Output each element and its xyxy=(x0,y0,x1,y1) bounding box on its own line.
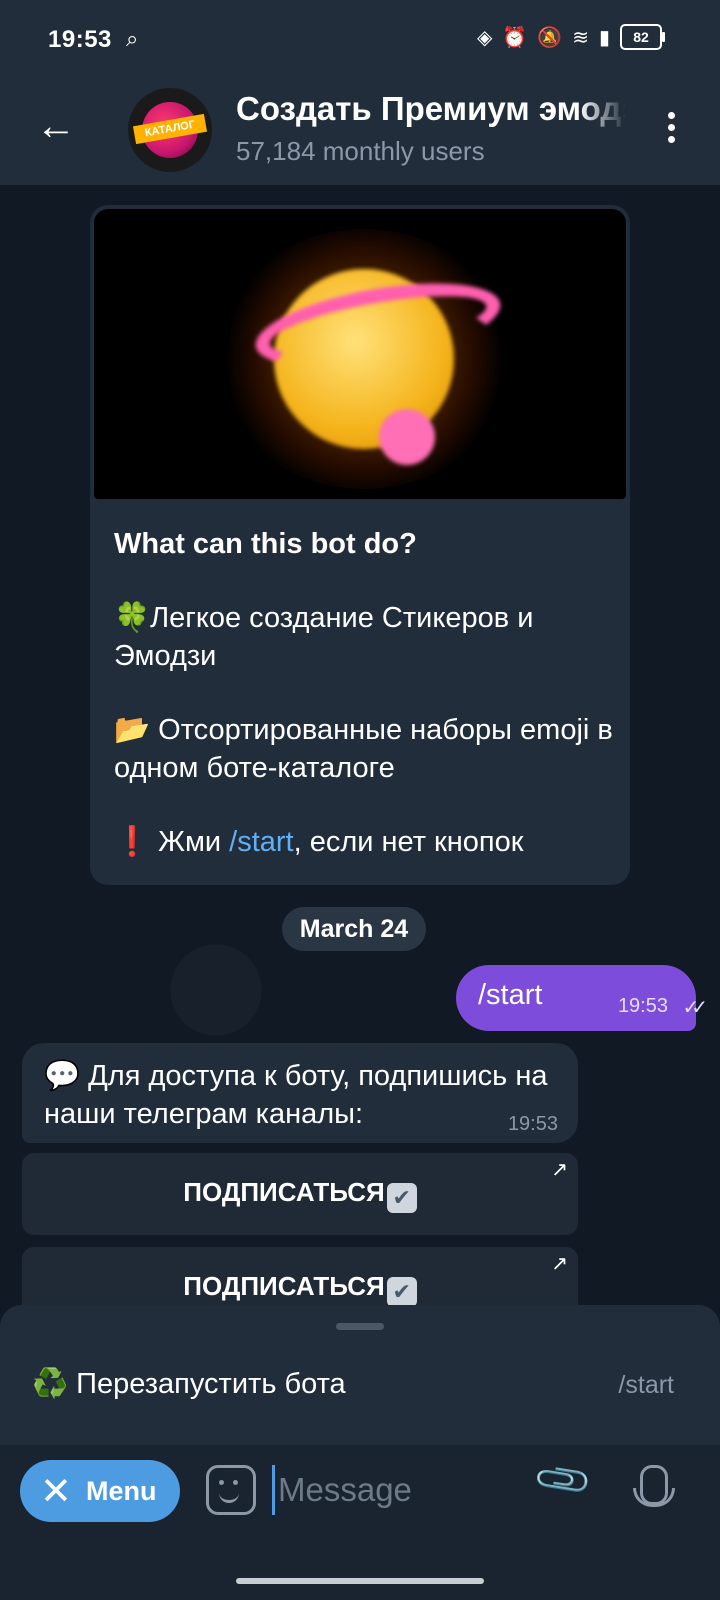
message-composer: ✕ Menu 📎 xyxy=(0,1445,720,1600)
status-bar: 19:53 ⌕ ◈ ⏰ 🔕 ≋ ▮ 82 xyxy=(0,0,720,84)
exclamation-icon: ❗ xyxy=(114,826,151,858)
sheet-handle[interactable] xyxy=(336,1323,384,1330)
back-arrow-icon[interactable]: ← xyxy=(36,106,76,146)
alarm-icon: ⏰ xyxy=(502,26,528,49)
chat-header: ← КАТАЛОГ Создать Премиум эмодзи 57,184 … xyxy=(0,84,720,184)
incoming-text: Для доступа к боту, подпишись на наши те… xyxy=(44,1060,548,1130)
date-separator: March 24 xyxy=(282,907,426,951)
read-ticks-icon: ✓✓ xyxy=(682,997,707,1019)
external-link-icon: ↗ xyxy=(551,1253,568,1275)
wifi-icon: ≋ xyxy=(572,26,589,49)
signal-icon: ▮ xyxy=(598,26,610,49)
subscribe-button-label: ПОДПИСАТЬСЯ xyxy=(183,1177,385,1207)
clover-icon: 🍀 xyxy=(114,602,151,634)
bot-info-card: What can this bot do? 🍀Легкое создание С… xyxy=(90,205,630,885)
speech-bubble-icon: 💬 xyxy=(44,1060,81,1092)
battery-icon: 82 xyxy=(620,24,665,50)
outgoing-message-text: /start xyxy=(478,979,543,1011)
avatar[interactable]: КАТАЛОГ xyxy=(128,88,212,172)
close-icon: ✕ xyxy=(40,1471,72,1513)
start-command-link[interactable]: /start xyxy=(229,826,293,858)
restart-bot-label: Перезапустить бота xyxy=(68,1368,346,1400)
restart-bot-command[interactable]: ♻️ Перезапустить бота xyxy=(32,1367,346,1401)
incoming-message-text: 💬 Для доступа к боту, подпишись на наши … xyxy=(44,1057,564,1133)
description-line-3-pre: Жми xyxy=(150,826,230,858)
menu-button[interactable]: ✕ Menu xyxy=(20,1460,180,1522)
checkmark-icon: ✔ xyxy=(386,1277,417,1307)
description-line-1: Легкое создание Стикеров и Эмодзи xyxy=(114,602,534,672)
subscribe-button-label: ПОДПИСАТЬСЯ xyxy=(183,1271,385,1301)
chat-title[interactable]: Создать Премиум эмодзи xyxy=(236,90,626,128)
attach-icon[interactable]: 📎 xyxy=(531,1449,596,1513)
top-bar: 19:53 ⌕ ◈ ⏰ 🔕 ≋ ▮ 82 ← КАТАЛОГ Создать П… xyxy=(0,0,720,185)
text-cursor xyxy=(272,1465,275,1515)
chat-area[interactable]: What can this bot do? 🍀Легкое создание С… xyxy=(0,185,720,1335)
more-options-icon[interactable] xyxy=(668,112,676,148)
message-time: 19:53 xyxy=(617,995,668,1017)
nfc-icon: ◈ xyxy=(477,26,493,49)
bot-info-heading: What can this bot do? xyxy=(114,528,417,560)
folder-icon: 📂 xyxy=(114,714,151,746)
bot-description: What can this bot do? 🍀Легкое создание С… xyxy=(114,525,614,885)
message-input[interactable] xyxy=(276,1459,520,1521)
gesture-navigation-bar[interactable] xyxy=(236,1578,484,1584)
status-time: 19:53 xyxy=(48,26,112,53)
outgoing-message[interactable]: /start 19:53 ✓✓ xyxy=(456,965,708,1031)
description-line-2: Отсортированные наборы emoji в одном бот… xyxy=(114,714,613,784)
incoming-message[interactable]: 💬 Для доступа к боту, подпишись на наши … xyxy=(22,1043,578,1143)
recycle-icon: ♻️ xyxy=(32,1368,69,1400)
status-icons: ◈ ⏰ 🔕 ≋ ▮ 82 xyxy=(477,24,665,50)
message-time: 19:53 xyxy=(507,1113,558,1135)
description-line-3-post: , если нет кнопок xyxy=(293,826,524,858)
bot-preview-image[interactable] xyxy=(94,209,626,499)
subscribe-button-1[interactable]: ПОДПИСАТЬСЯ ✔ ↗ xyxy=(22,1153,578,1235)
restart-command-value: /start xyxy=(618,1371,674,1399)
chat-subtitle: 57,184 monthly users xyxy=(236,136,485,166)
sticker-emoji-icon[interactable] xyxy=(206,1465,256,1515)
search-icon: ⌕ xyxy=(126,26,139,51)
menu-button-label: Menu xyxy=(86,1476,157,1506)
commands-sheet: ♻️ Перезапустить бота /start xyxy=(0,1305,720,1445)
checkmark-icon: ✔ xyxy=(386,1183,417,1213)
external-link-icon: ↗ xyxy=(551,1159,568,1181)
mute-icon: 🔕 xyxy=(537,26,563,49)
microphone-icon[interactable] xyxy=(633,1465,675,1507)
